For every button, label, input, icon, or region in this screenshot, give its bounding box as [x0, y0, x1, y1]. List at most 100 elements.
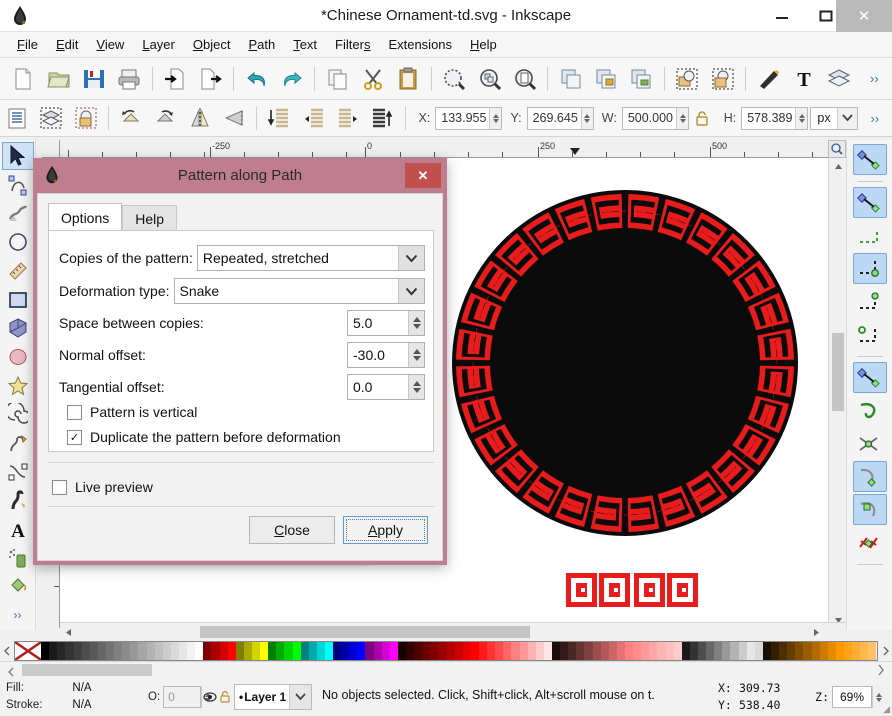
palette-swatch[interactable] [836, 642, 844, 660]
palette-swatch[interactable] [463, 642, 471, 660]
palette-swatch[interactable] [601, 642, 609, 660]
pattern-along-path-dialog[interactable]: Pattern along Path ✕ Options Help Copies… [33, 158, 447, 565]
ungroup-objects-icon[interactable] [625, 61, 658, 97]
palette-swatch[interactable] [138, 642, 146, 660]
dialog-close-button[interactable]: ✕ [405, 163, 441, 188]
lock-ratio-icon[interactable] [690, 100, 715, 136]
layers-dialog-icon[interactable] [823, 61, 856, 97]
node-editor-tool[interactable] [2, 171, 34, 199]
palette-swatch[interactable] [528, 642, 536, 660]
vertical-scrollbar-thumb[interactable] [832, 333, 844, 411]
palette-swatch[interactable] [106, 642, 114, 660]
palette-swatch[interactable] [390, 642, 398, 660]
live-preview-checkbox[interactable] [52, 480, 67, 495]
palette-swatch[interactable] [317, 642, 325, 660]
h-field[interactable]: 578.389 [741, 107, 808, 130]
opacity-input[interactable]: 0 [163, 686, 201, 708]
tab-options[interactable]: Options [48, 203, 122, 232]
star-polygon-tool[interactable] [2, 372, 34, 400]
palette-swatch[interactable] [203, 642, 211, 660]
spiral-tool[interactable] [2, 400, 34, 428]
scroll-up-icon[interactable] [829, 158, 847, 174]
palette-swatch[interactable] [812, 642, 820, 660]
palette-swatch[interactable] [374, 642, 382, 660]
palette-scroll-right-icon[interactable] [878, 641, 892, 661]
menu-extensions[interactable]: Extensions [379, 35, 461, 54]
tangential-offset-spinner[interactable] [408, 375, 424, 399]
new-document-icon[interactable] [7, 61, 40, 97]
palette-swatch[interactable] [74, 642, 82, 660]
snap-enable-master-icon[interactable] [853, 144, 887, 175]
layer-control[interactable]: •Layer 1 [202, 684, 312, 710]
palette-swatch[interactable] [41, 642, 49, 660]
export-icon[interactable] [194, 61, 227, 97]
lower-to-bottom-icon[interactable] [706, 61, 739, 97]
y-field[interactable]: 269.645 [527, 107, 594, 130]
palette-swatch[interactable] [341, 642, 349, 660]
palette-swatch[interactable] [520, 642, 528, 660]
space-input[interactable]: 5.0 [347, 310, 425, 336]
duplicate-icon[interactable] [554, 61, 587, 97]
palette-swatch[interactable] [365, 642, 373, 660]
duplicate-before-deformation-row[interactable]: ✓ Duplicate the pattern before deformati… [67, 429, 341, 445]
unit-select[interactable]: px [810, 107, 857, 130]
scroll-left-icon[interactable] [60, 623, 76, 641]
zoom-drawing-icon[interactable] [473, 61, 506, 97]
palette-swatch[interactable] [674, 642, 682, 660]
palette-swatch[interactable] [487, 642, 495, 660]
palette-swatch[interactable] [690, 642, 698, 660]
space-spinner[interactable] [408, 311, 424, 335]
palette-swatch[interactable] [430, 642, 438, 660]
palette-swatch[interactable] [163, 642, 171, 660]
palette-swatch[interactable] [641, 642, 649, 660]
w-spinner[interactable] [676, 108, 688, 129]
palette-swatch[interactable] [301, 642, 309, 660]
horizontal-scrollbar-thumb[interactable] [200, 626, 530, 638]
pencil-freehand-tool[interactable] [2, 429, 34, 457]
palette-swatch[interactable] [309, 642, 317, 660]
text-tool[interactable]: A [2, 515, 34, 543]
palette-swatch[interactable] [382, 642, 390, 660]
snap-to-paths-icon[interactable] [853, 395, 887, 426]
palette-swatch[interactable] [187, 642, 195, 660]
snap-midpoints-line-segments-icon[interactable] [853, 527, 887, 558]
palette-swatch[interactable] [666, 642, 674, 660]
palette-swatch[interactable] [576, 642, 584, 660]
selector-tool[interactable] [2, 142, 34, 170]
dialog-titlebar[interactable]: Pattern along Path ✕ [33, 158, 447, 193]
live-preview-row[interactable]: Live preview [52, 479, 153, 495]
palette-swatch[interactable] [349, 642, 357, 660]
paint-bucket-tool[interactable] [2, 573, 34, 601]
palette-swatches[interactable] [14, 641, 878, 661]
palette-swatch[interactable] [357, 642, 365, 660]
palette-swatch[interactable] [82, 642, 90, 660]
palette-swatch[interactable] [479, 642, 487, 660]
select-all-icon[interactable] [1, 100, 33, 136]
palette-swatch[interactable] [211, 642, 219, 660]
palette-swatch[interactable] [284, 642, 292, 660]
palette-swatch[interactable] [276, 642, 284, 660]
palette-swatch[interactable] [560, 642, 568, 660]
palette-swatch[interactable] [511, 642, 519, 660]
palette-swatch[interactable] [293, 642, 301, 660]
snap-path-intersections-icon[interactable] [853, 428, 887, 459]
palette-swatch[interactable] [90, 642, 98, 660]
palette-swatch[interactable] [122, 642, 130, 660]
palette-swatch[interactable] [755, 642, 763, 660]
cut-scissors-icon[interactable] [356, 61, 389, 97]
deselect-icon[interactable] [70, 100, 102, 136]
palette-swatch[interactable] [828, 642, 836, 660]
zoom-selection-icon[interactable] [438, 61, 471, 97]
text-tool-icon[interactable]: T [787, 61, 820, 97]
palette-swatch[interactable] [544, 642, 552, 660]
save-document-icon[interactable] [77, 61, 110, 97]
palette-swatch[interactable] [584, 642, 592, 660]
scroll-right-icon[interactable] [808, 623, 824, 641]
palette-swatch[interactable] [220, 642, 228, 660]
palette-swatch[interactable] [438, 642, 446, 660]
horizontal-ruler[interactable]: -250 0 250 500 [60, 140, 828, 158]
normal-offset-input[interactable]: -30.0 [347, 342, 425, 368]
snap-bbox-corners-icon[interactable] [853, 253, 887, 284]
palette-swatch[interactable] [552, 642, 560, 660]
w-field[interactable]: 500.000 [622, 107, 689, 130]
